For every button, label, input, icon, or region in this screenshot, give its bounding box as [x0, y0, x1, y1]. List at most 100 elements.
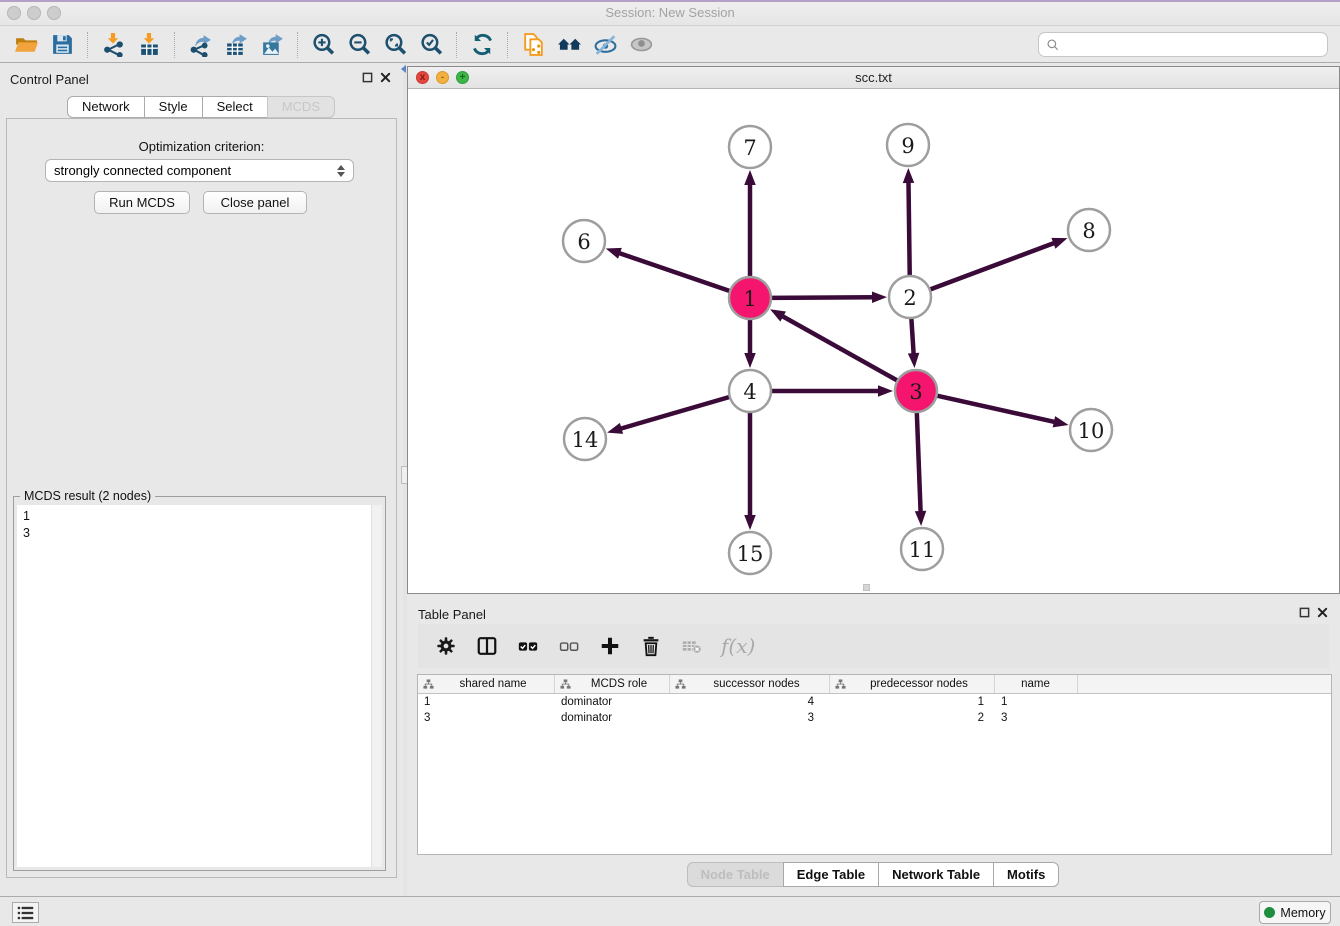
cell-shared-name: 1	[418, 696, 555, 708]
export-image-icon	[260, 32, 285, 57]
open-folder-icon	[14, 32, 39, 57]
column-header-name[interactable]: name	[995, 675, 1078, 693]
trash-icon	[640, 635, 662, 657]
tab-edge-table[interactable]: Edge Table	[783, 862, 879, 887]
delete-column-button[interactable]	[639, 634, 663, 658]
export-table-icon	[224, 32, 249, 57]
mcds-result-content: 1 3	[23, 508, 30, 542]
tab-style[interactable]: Style	[144, 96, 203, 118]
plus-icon	[599, 635, 621, 657]
zoom-out-button[interactable]	[341, 30, 377, 60]
mcds-result-textarea[interactable]: 1 3	[17, 505, 382, 867]
column-header-mcds-role[interactable]: MCDS role	[555, 675, 670, 693]
graph-node-label: 7	[743, 136, 756, 160]
zoom-fit-button[interactable]	[377, 30, 413, 60]
delete-table-icon	[681, 635, 703, 657]
control-panel: Control Panel Network Style Select MCDS …	[0, 63, 403, 896]
cell-successor: 4	[670, 696, 830, 708]
search-input[interactable]	[1060, 35, 1327, 55]
graph-edge-3-11[interactable]	[917, 412, 921, 514]
memory-button[interactable]: Memory	[1259, 901, 1331, 924]
graph-edge-1-2[interactable]	[771, 297, 875, 298]
graph-edge-3-1[interactable]	[781, 315, 898, 381]
arrowhead-icon	[744, 515, 756, 530]
column-header-shared-name[interactable]: shared name	[418, 675, 555, 693]
arrowhead-icon	[903, 168, 914, 183]
toolbar-separator	[456, 32, 457, 58]
table-panel-title: Table Panel	[418, 607, 486, 622]
select-all-rows-button[interactable]	[516, 634, 540, 658]
main-toolbar	[0, 27, 1340, 63]
function-builder-button[interactable]: f(x)	[721, 634, 755, 658]
tab-network-table[interactable]: Network Table	[878, 862, 994, 887]
graph-edge-3-10[interactable]	[936, 396, 1056, 423]
table-panel: Table Panel	[407, 600, 1340, 896]
copy-network-view-button[interactable]	[515, 30, 551, 60]
deselect-all-rows-button[interactable]	[557, 634, 581, 658]
zoom-in-icon	[311, 32, 336, 57]
show-columns-button[interactable]	[475, 634, 499, 658]
column-header-predecessor-nodes[interactable]: predecessor nodes	[830, 675, 995, 693]
eye-icon	[629, 32, 654, 57]
tab-node-table[interactable]: Node Table	[687, 862, 784, 887]
close-panel-button[interactable]: Close panel	[203, 191, 307, 214]
table-row[interactable]: 1 dominator 4 1 1	[418, 694, 1331, 710]
tab-mcds[interactable]: MCDS	[267, 96, 335, 118]
graph-node-label: 15	[737, 542, 764, 566]
memory-label: Memory	[1280, 906, 1325, 920]
arrowhead-icon	[878, 385, 893, 397]
graph-edge-4-14[interactable]	[619, 397, 730, 429]
show-all-button[interactable]	[623, 30, 659, 60]
export-table-button[interactable]	[218, 30, 254, 60]
table-settings-button[interactable]	[434, 634, 458, 658]
mcds-panel-body: Optimization criterion: strongly connect…	[6, 118, 397, 878]
task-history-button[interactable]	[12, 902, 39, 923]
graph-edge-1-6[interactable]	[617, 252, 730, 291]
hide-selected-button[interactable]	[587, 30, 623, 60]
toolbar-separator	[174, 32, 175, 58]
zoom-selected-button[interactable]	[413, 30, 449, 60]
app-titlebar: Session: New Session	[0, 0, 1340, 26]
cell-predecessor: 2	[830, 712, 995, 724]
close-panel-icon[interactable]	[380, 72, 391, 83]
graph-edge-2-9[interactable]	[908, 180, 909, 276]
tab-network[interactable]: Network	[67, 96, 145, 118]
zoom-in-button[interactable]	[305, 30, 341, 60]
float-table-panel-icon[interactable]	[1299, 607, 1310, 618]
delete-table-button[interactable]	[680, 634, 704, 658]
graph-node-label: 6	[577, 230, 590, 254]
arrowhead-icon	[606, 248, 622, 259]
export-network-button[interactable]	[182, 30, 218, 60]
combo-stepper-icon	[337, 165, 345, 177]
tab-select[interactable]: Select	[202, 96, 268, 118]
import-table-button[interactable]	[131, 30, 167, 60]
export-image-button[interactable]	[254, 30, 290, 60]
splitter-collapse-icon[interactable]	[401, 65, 406, 73]
open-session-button[interactable]	[8, 30, 44, 60]
toolbar-separator	[507, 32, 508, 58]
import-network-button[interactable]	[95, 30, 131, 60]
float-panel-icon[interactable]	[362, 72, 373, 83]
home-layout-button[interactable]	[551, 30, 587, 60]
network-window-titlebar[interactable]: x - + scc.txt	[408, 67, 1339, 89]
create-column-button[interactable]	[598, 634, 622, 658]
column-header-successor-nodes[interactable]: successor nodes	[670, 675, 830, 693]
tab-motifs[interactable]: Motifs	[993, 862, 1059, 887]
cell-predecessor: 1	[830, 696, 995, 708]
run-mcds-button[interactable]: Run MCDS	[94, 191, 190, 214]
refresh-view-button[interactable]	[464, 30, 500, 60]
search-field[interactable]	[1038, 32, 1328, 57]
close-table-panel-icon[interactable]	[1317, 607, 1328, 618]
canvas-resize-handle[interactable]	[863, 584, 870, 591]
save-session-button[interactable]	[44, 30, 80, 60]
optimization-criterion-select[interactable]: strongly connected component	[45, 159, 354, 182]
network-graph: 7968124314101511	[408, 89, 1339, 593]
app-title: Session: New Session	[0, 5, 1340, 20]
table-row[interactable]: 3 dominator 3 2 3	[418, 710, 1331, 726]
network-canvas[interactable]: 7968124314101511	[408, 89, 1339, 593]
table-header-row: shared name MCDS role successor nodes pr…	[418, 675, 1331, 694]
graph-edge-2-3[interactable]	[911, 318, 913, 356]
fx-icon: f(x)	[721, 634, 755, 658]
result-scrollbar[interactable]	[371, 505, 382, 867]
graph-edge-2-8[interactable]	[930, 242, 1057, 289]
